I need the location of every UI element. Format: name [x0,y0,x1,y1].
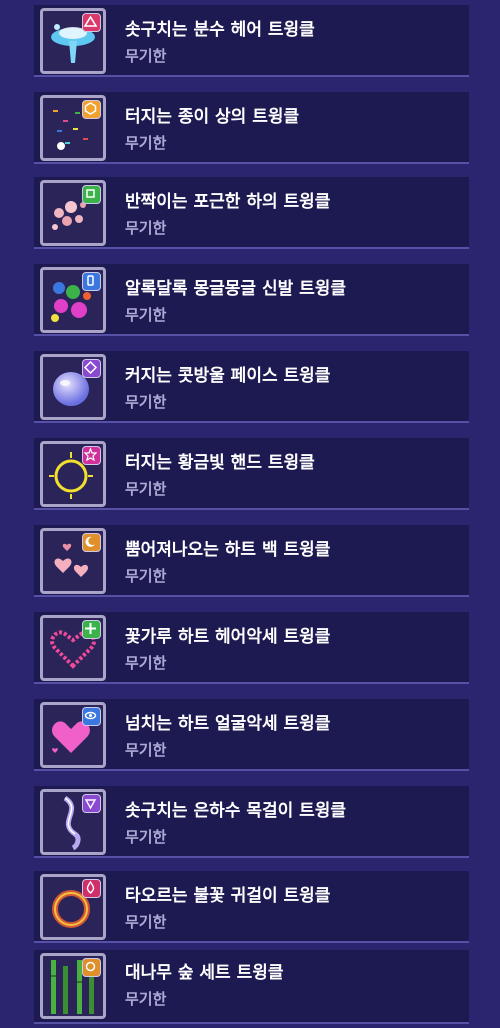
item-title: 알록달록 몽글몽글 신발 트윙클 [125,279,347,299]
list-item[interactable]: 뿜어져나오는 하트 백 트윙클 무기한 [34,525,469,597]
item-duration: 무기한 [125,47,167,65]
item-duration: 무기한 [125,828,167,846]
drop-badge-icon [82,879,101,898]
item-duration: 무기한 [125,480,167,498]
item-title: 대나무 숲 세트 트윙클 [125,963,284,983]
bamboo-icon [40,953,106,1019]
item-title: 터지는 종이 상의 트윙클 [125,107,300,127]
item-title: 뿜어져나오는 하트 백 트윙클 [125,540,331,560]
item-duration: 무기한 [125,219,167,237]
list-item[interactable]: 알록달록 몽글몽글 신발 트윙클 무기한 [34,264,469,336]
list-item[interactable]: 넘치는 하트 얼굴악세 트윙클 무기한 [34,699,469,771]
list-item[interactable]: 솟구치는 은하수 목걸이 트윙클 무기한 [34,786,469,858]
item-title: 반짝이는 포근한 하의 트윙클 [125,192,331,212]
confetti-icon [40,95,106,161]
big-heart-icon [40,702,106,768]
item-title: 솟구치는 분수 헤어 트윙클 [125,20,315,40]
fire-ring-icon [40,874,106,940]
list-item[interactable]: 꽃가루 하트 헤어악세 트윙클 무기한 [34,612,469,684]
list-item[interactable]: 커지는 콧방울 페이스 트윙클 무기한 [34,351,469,423]
item-title: 솟구치는 은하수 목걸이 트윙클 [125,801,347,821]
list-item[interactable]: 터지는 종이 상의 트윙클 무기한 [34,92,469,164]
item-title: 타오르는 불꽃 귀걸이 트윙클 [125,886,331,906]
star-badge-icon [82,446,101,465]
item-duration: 무기한 [125,990,167,1008]
galaxy-swirl-icon [40,789,106,855]
item-duration: 무기한 [125,306,167,324]
list-item[interactable]: 타오르는 불꽃 귀걸이 트윙클 무기한 [34,871,469,943]
item-duration: 무기한 [125,134,167,152]
list-item[interactable]: 터지는 황금빛 핸드 트윙클 무기한 [34,438,469,510]
shoe-badge-icon [82,272,101,291]
diamond-badge-icon [82,359,101,378]
item-title: 커지는 콧방울 페이스 트윙클 [125,366,331,386]
list-item[interactable]: 솟구치는 분수 헤어 트윙클 무기한 [34,5,469,77]
moon-badge-icon [82,533,101,552]
item-duration: 무기한 [125,393,167,411]
heart-wreath-icon [40,615,106,681]
clover-badge-icon [82,620,101,639]
item-title: 터지는 황금빛 핸드 트윙클 [125,453,315,473]
orb-badge-icon [82,958,101,977]
bubble-icon [40,354,106,420]
eye-badge-icon [82,707,101,726]
triangle-badge-icon [82,13,101,32]
hexagon-badge-icon [82,100,101,119]
item-list: 솟구치는 분수 헤어 트윙클 무기한 터지는 종이 상의 트윙클 무기한 반짝이… [0,0,500,1028]
bubbles-icon [40,180,106,246]
gem-badge-icon [82,794,101,813]
colorful-dots-icon [40,267,106,333]
item-duration: 무기한 [125,654,167,672]
hearts-icon [40,528,106,594]
square-badge-icon [82,185,101,204]
item-title: 넘치는 하트 얼굴악세 트윙클 [125,714,331,734]
item-duration: 무기한 [125,913,167,931]
golden-ring-icon [40,441,106,507]
fountain-icon [40,8,106,74]
item-title: 꽃가루 하트 헤어악세 트윙클 [125,627,331,647]
item-duration: 무기한 [125,567,167,585]
list-item[interactable]: 대나무 숲 세트 트윙클 무기한 [34,950,469,1024]
list-item[interactable]: 반짝이는 포근한 하의 트윙클 무기한 [34,177,469,249]
item-duration: 무기한 [125,741,167,759]
